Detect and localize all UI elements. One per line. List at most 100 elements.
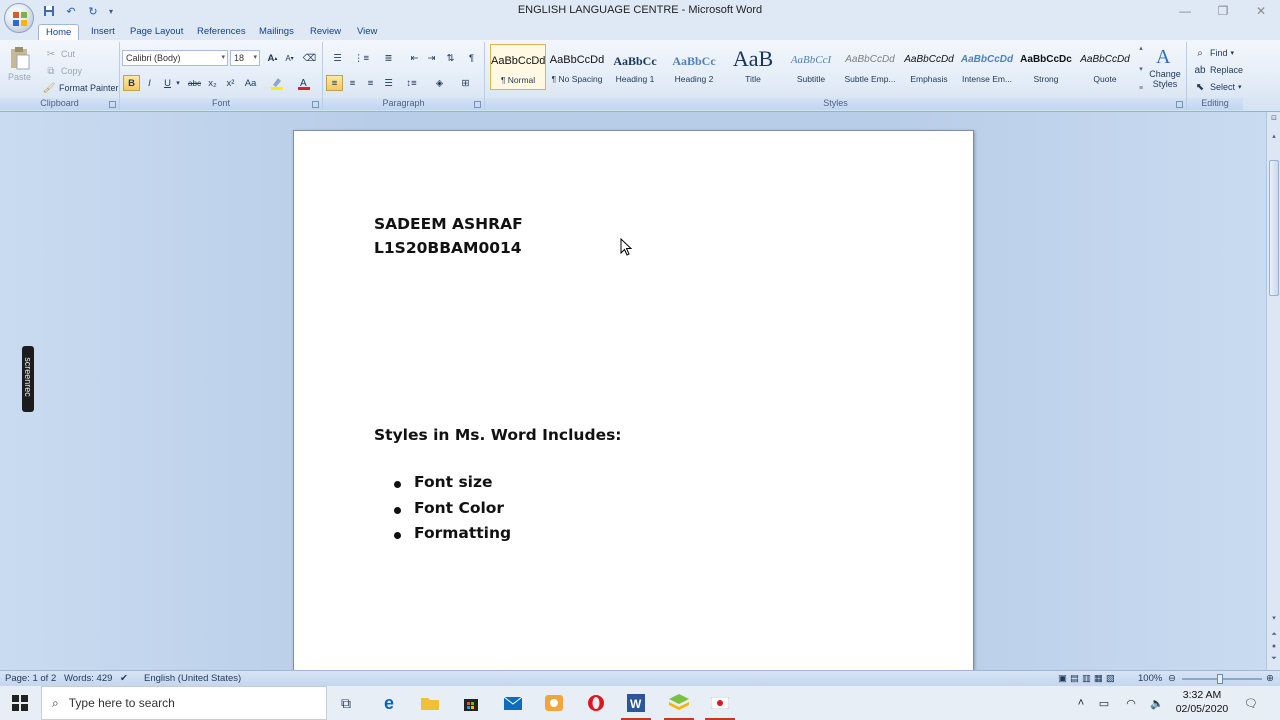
windows-start-icon[interactable] xyxy=(0,686,40,720)
change-case-button[interactable]: Aa xyxy=(242,75,259,91)
replace-button[interactable]: ab Replace xyxy=(1193,63,1243,77)
chevron-up-icon[interactable]: ▴ xyxy=(1269,132,1279,142)
chevron-up-icon[interactable]: ▴ xyxy=(1139,44,1143,52)
file-explorer-icon[interactable] xyxy=(412,690,448,716)
show-formatting-icon[interactable]: ¶ xyxy=(463,50,480,66)
borders-icon[interactable]: ⊞ xyxy=(457,75,474,91)
find-button[interactable]: ⌕ Find ▾ xyxy=(1193,46,1234,60)
taskbar-search[interactable]: ⌕ Type here to search xyxy=(41,686,327,720)
store-icon[interactable] xyxy=(453,690,489,716)
word-count[interactable]: Words: 429 xyxy=(64,673,112,684)
close-icon[interactable]: ✕ xyxy=(1242,0,1280,22)
superscript-button[interactable]: x² xyxy=(222,75,239,91)
media-player-icon[interactable] xyxy=(536,690,572,716)
font-size-combo[interactable]: 18 ▾ xyxy=(230,50,260,66)
tab-view[interactable]: View xyxy=(350,24,384,40)
proofing-icon[interactable]: ✔ xyxy=(120,673,128,684)
style-heading-1[interactable]: AaBbCc Heading 1 xyxy=(607,44,663,90)
ruler-toggle-icon[interactable]: ⊡ xyxy=(1269,114,1279,124)
clear-formatting-icon[interactable]: ⌫ xyxy=(301,50,318,66)
highlight-icon[interactable] xyxy=(268,75,285,91)
zoom-level[interactable]: 100% xyxy=(1138,673,1162,684)
chevron-down-icon[interactable]: ▾ xyxy=(174,75,182,91)
zoom-in-icon[interactable]: ⊕ xyxy=(1266,673,1274,684)
battery-icon[interactable]: ▭ xyxy=(1090,697,1118,710)
sort-icon[interactable]: ⇅ xyxy=(442,50,459,66)
justify-icon[interactable]: ☰ xyxy=(380,75,397,91)
next-page-icon[interactable]: ⏷ xyxy=(1269,654,1279,664)
more-styles-icon[interactable]: ≡ xyxy=(1139,85,1143,92)
bluestacks-icon[interactable] xyxy=(661,690,697,720)
italic-button[interactable]: I xyxy=(141,75,158,91)
style-title[interactable]: AaB Title xyxy=(725,44,781,90)
browse-object-icon[interactable]: ● xyxy=(1269,642,1279,652)
volume-icon[interactable]: 🔈 xyxy=(1144,697,1170,710)
bold-button[interactable]: B xyxy=(123,75,140,91)
minimize-icon[interactable]: — xyxy=(1166,0,1204,22)
line-spacing-icon[interactable]: ↕≡ xyxy=(403,75,420,91)
restore-icon[interactable]: ❐ xyxy=(1204,0,1242,22)
taskbar-clock[interactable]: 3:32 AM 02/05/2020 xyxy=(1172,688,1232,716)
tab-insert[interactable]: Insert xyxy=(84,24,122,40)
style-intense-emphasis[interactable]: AaBbCcDd Intense Em... xyxy=(959,44,1015,90)
subscript-button[interactable]: x₂ xyxy=(204,75,221,91)
previous-page-icon[interactable]: ⏶ xyxy=(1269,630,1279,640)
screenrec-badge[interactable]: screenrec xyxy=(22,346,34,412)
styles-launcher-icon[interactable] xyxy=(1176,101,1183,108)
change-styles-button[interactable]: A Change Styles xyxy=(1148,44,1182,89)
language-indicator[interactable]: English (United States) xyxy=(144,673,241,684)
tab-home[interactable]: Home xyxy=(38,24,80,40)
style-strong[interactable]: AaBbCcDc Strong xyxy=(1018,44,1074,90)
opera-icon[interactable] xyxy=(578,690,614,716)
font-name-combo[interactable]: Calibri (Body) ▾ xyxy=(122,50,228,66)
page-count[interactable]: Page: 1 of 2 xyxy=(5,673,56,684)
tab-references[interactable]: References xyxy=(190,24,253,40)
student-id[interactable]: L1S20BBAM0014 xyxy=(374,239,522,257)
style-subtitle[interactable]: AaBbCcI Subtitle xyxy=(783,44,839,90)
notifications-icon[interactable]: 🗨 xyxy=(1244,686,1258,720)
office-button[interactable] xyxy=(4,3,34,33)
list-item[interactable]: Font size xyxy=(392,473,511,499)
document-heading[interactable]: Styles in Ms. Word Includes: xyxy=(374,426,622,444)
word-icon[interactable]: W xyxy=(618,690,654,720)
list-item[interactable]: Formatting xyxy=(392,524,511,550)
align-center-icon[interactable]: ≡ xyxy=(344,75,361,91)
style-no-spacing[interactable]: AaBbCcDd ¶ No Spacing xyxy=(549,44,605,90)
wifi-icon[interactable]: ◠ xyxy=(1118,697,1144,710)
style-heading-2[interactable]: AaBbCc Heading 2 xyxy=(666,44,722,90)
cut-button[interactable]: ✂ Cut xyxy=(44,47,75,61)
zoom-slider-handle[interactable] xyxy=(1217,674,1223,684)
chevron-down-icon[interactable]: ▾ xyxy=(1269,614,1279,624)
tab-page-layout[interactable]: Page Layout xyxy=(123,24,190,40)
strikethrough-button[interactable]: abc xyxy=(186,75,203,91)
vertical-scrollbar[interactable]: ⊡ ▴ ▾ ⏶ ● ⏷ xyxy=(1266,112,1280,670)
chevron-down-icon[interactable]: ▾ xyxy=(1139,65,1143,73)
screenrec-icon[interactable] xyxy=(702,690,738,720)
mail-icon[interactable] xyxy=(495,690,531,716)
scrollbar-thumb[interactable] xyxy=(1269,160,1279,296)
format-painter-button[interactable]: 🖌 Format Painter xyxy=(42,81,119,95)
copy-button[interactable]: ⧉ Copy xyxy=(44,64,82,78)
multilevel-list-icon[interactable]: ≣ xyxy=(380,50,397,66)
list-item[interactable]: Font Color xyxy=(392,499,511,525)
tab-mailings[interactable]: Mailings xyxy=(252,24,301,40)
paragraph-launcher-icon[interactable] xyxy=(474,101,481,108)
align-left-icon[interactable]: ≡ xyxy=(326,75,343,91)
style-emphasis[interactable]: AaBbCcDd Emphasis xyxy=(901,44,957,90)
style-quote[interactable]: AaBbCcDd Quote xyxy=(1077,44,1133,90)
grow-font-button[interactable]: A ▴ xyxy=(264,50,281,66)
style-subtle-emphasis[interactable]: AaBbCcDd Subtle Emp... xyxy=(842,44,898,90)
increase-indent-icon[interactable]: ⇥ xyxy=(423,50,440,66)
style-normal[interactable]: AaBbCcDd ¶ Normal xyxy=(490,44,546,90)
paste-button[interactable]: Paste xyxy=(8,46,31,82)
chevron-up-icon[interactable]: ˄ xyxy=(1072,697,1090,709)
edge-icon[interactable]: e xyxy=(371,690,407,716)
view-buttons-icon[interactable]: ▣▤▥▦▧ xyxy=(1058,673,1118,684)
font-launcher-icon[interactable] xyxy=(312,101,319,108)
decrease-indent-icon[interactable]: ⇤ xyxy=(406,50,423,66)
numbering-icon[interactable]: ⋮≡ xyxy=(353,50,370,66)
select-button[interactable]: ⬉ Select ▾ xyxy=(1193,80,1242,94)
clipboard-launcher-icon[interactable] xyxy=(109,101,116,108)
document-page[interactable]: SADEEM ASHRAF L1S20BBAM0014 Styles in Ms… xyxy=(293,130,974,670)
tab-review[interactable]: Review xyxy=(303,24,348,40)
